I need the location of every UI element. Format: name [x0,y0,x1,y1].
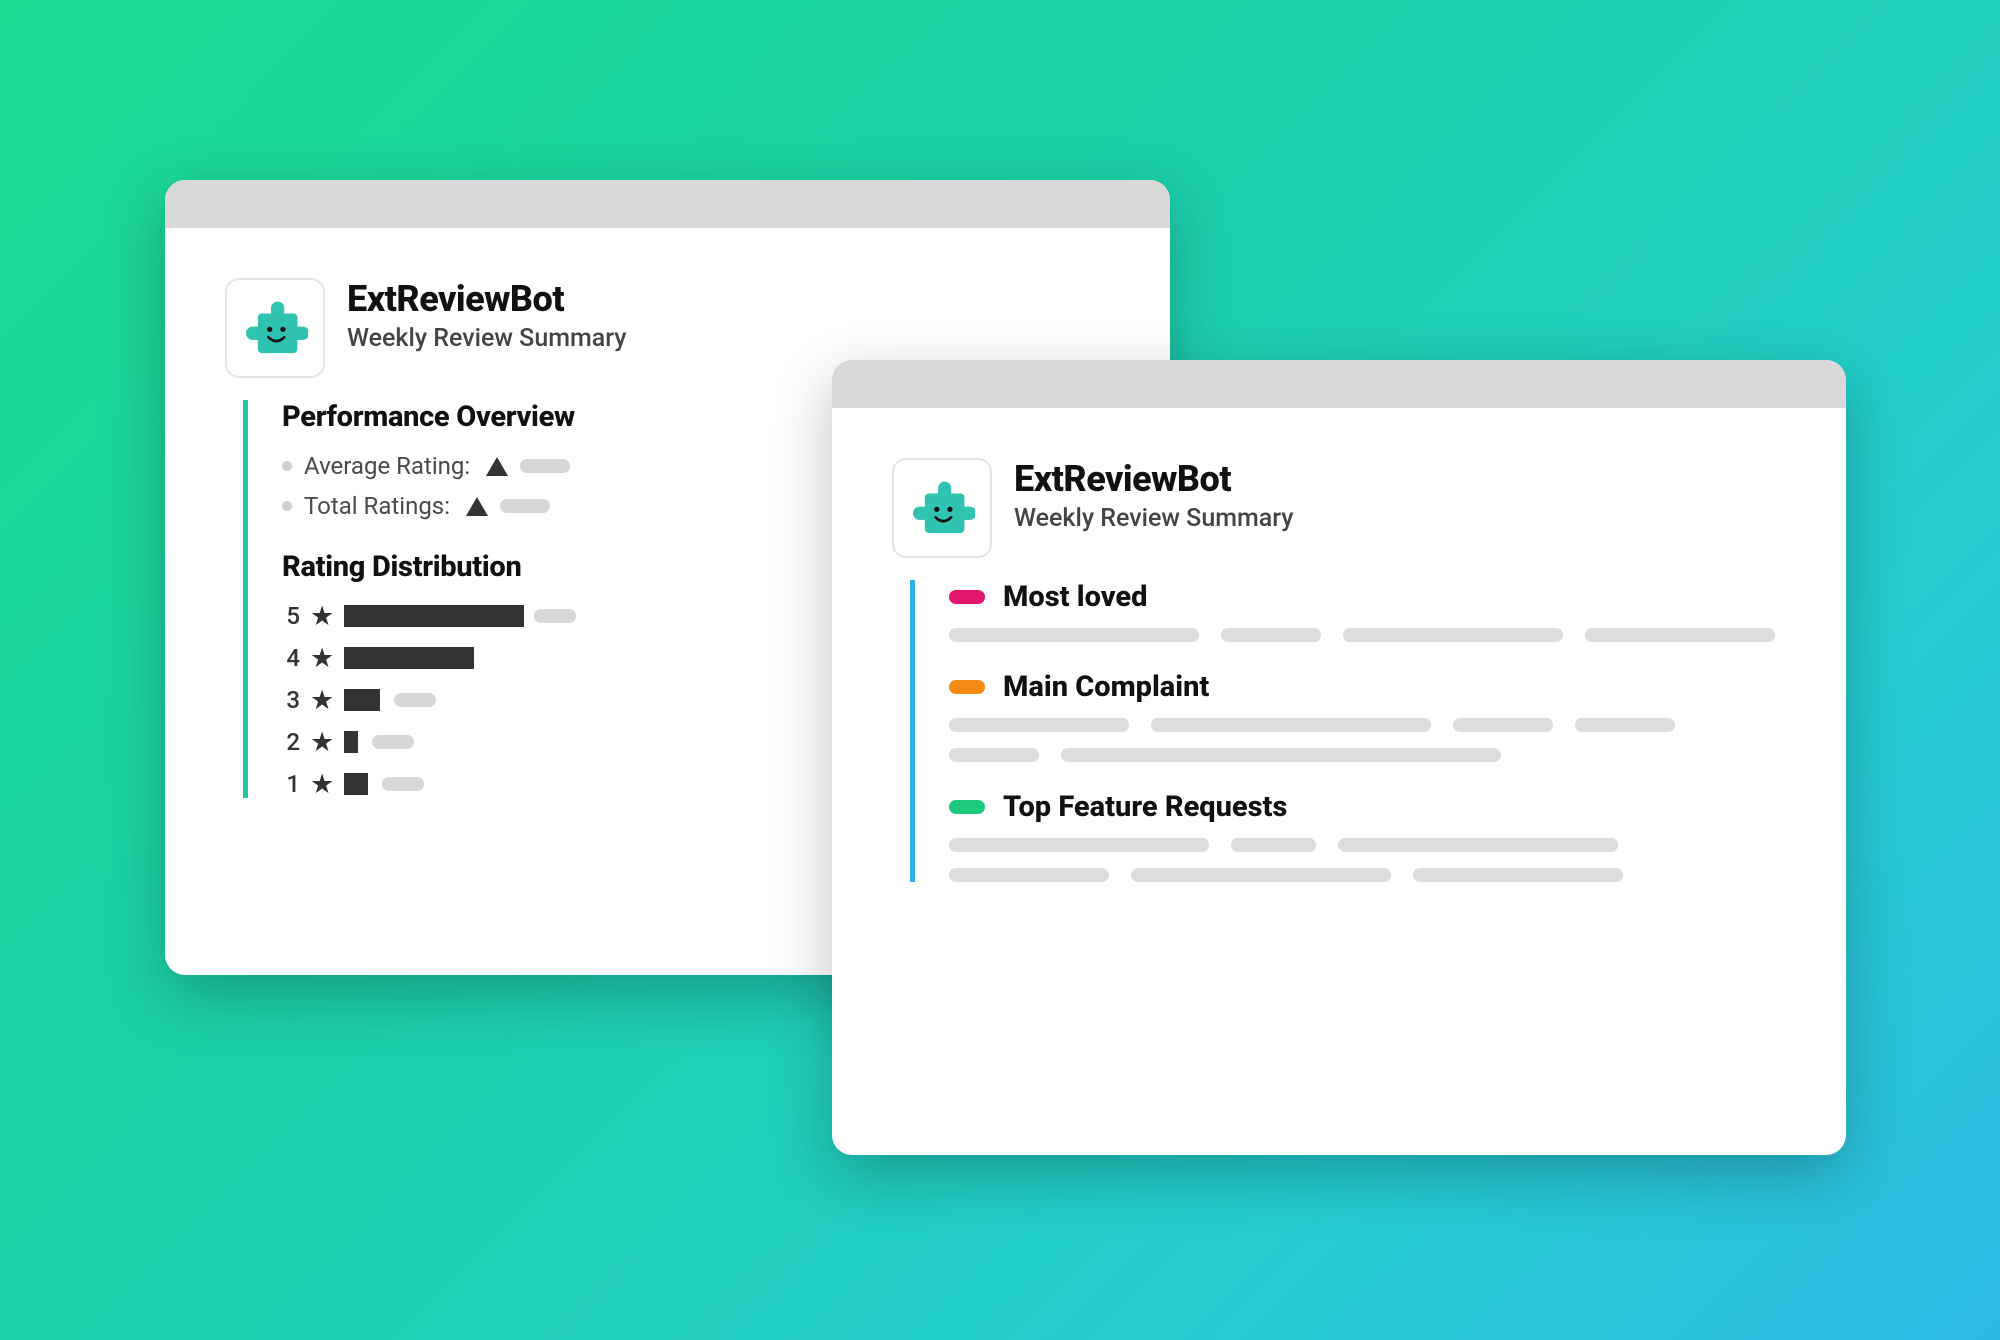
card-summary-topics: ExtReviewBot Weekly Review Summary Most … [832,360,1846,1155]
star-icon: ★ [310,603,334,630]
topic-title: Main Complaint [1003,670,1209,704]
distribution-bar [344,605,524,627]
topic-body-placeholder [949,838,1786,882]
distribution-number: 2 [282,728,300,756]
tag-icon [949,590,985,604]
puzzle-icon [242,295,308,361]
distribution-bar [344,773,368,795]
puzzle-icon [909,475,975,541]
distribution-bar [344,731,358,753]
value-placeholder [372,735,414,749]
average-rating-label: Average Rating: [304,452,470,480]
window-toolbar [165,180,1170,228]
star-icon: ★ [310,645,334,672]
distribution-number: 1 [282,770,300,798]
star-icon: ★ [310,729,334,756]
tag-icon [949,800,985,814]
tag-icon [949,680,985,694]
topic-most-loved: Most loved [949,580,1786,614]
window-toolbar [832,360,1846,408]
distribution-bar [344,689,380,711]
app-title: ExtReviewBot [1014,458,1294,500]
value-placeholder [394,693,436,707]
value-placeholder [534,609,576,623]
app-logo [892,458,992,558]
star-icon: ★ [310,771,334,798]
distribution-number: 4 [282,644,300,672]
value-placeholder [382,777,424,791]
topic-title: Most loved [1003,580,1147,614]
total-ratings-label: Total Ratings: [304,492,450,520]
value-placeholder [520,459,570,473]
topic-body-placeholder [949,718,1786,762]
triangle-up-icon [466,497,488,516]
star-icon: ★ [310,687,334,714]
app-subtitle: Weekly Review Summary [1014,504,1294,533]
app-subtitle: Weekly Review Summary [347,324,627,353]
distribution-number: 5 [282,602,300,630]
topic-title: Top Feature Requests [1003,790,1287,824]
bullet-icon [282,501,292,511]
topic-main-complaint: Main Complaint [949,670,1786,704]
bullet-icon [282,461,292,471]
value-placeholder [500,499,550,513]
topic-feature-requests: Top Feature Requests [949,790,1786,824]
topic-body-placeholder [949,628,1786,642]
app-title: ExtReviewBot [347,278,627,320]
app-logo [225,278,325,378]
distribution-bar [344,647,474,669]
distribution-number: 3 [282,686,300,714]
triangle-up-icon [486,457,508,476]
card-header: ExtReviewBot Weekly Review Summary [892,458,1786,558]
